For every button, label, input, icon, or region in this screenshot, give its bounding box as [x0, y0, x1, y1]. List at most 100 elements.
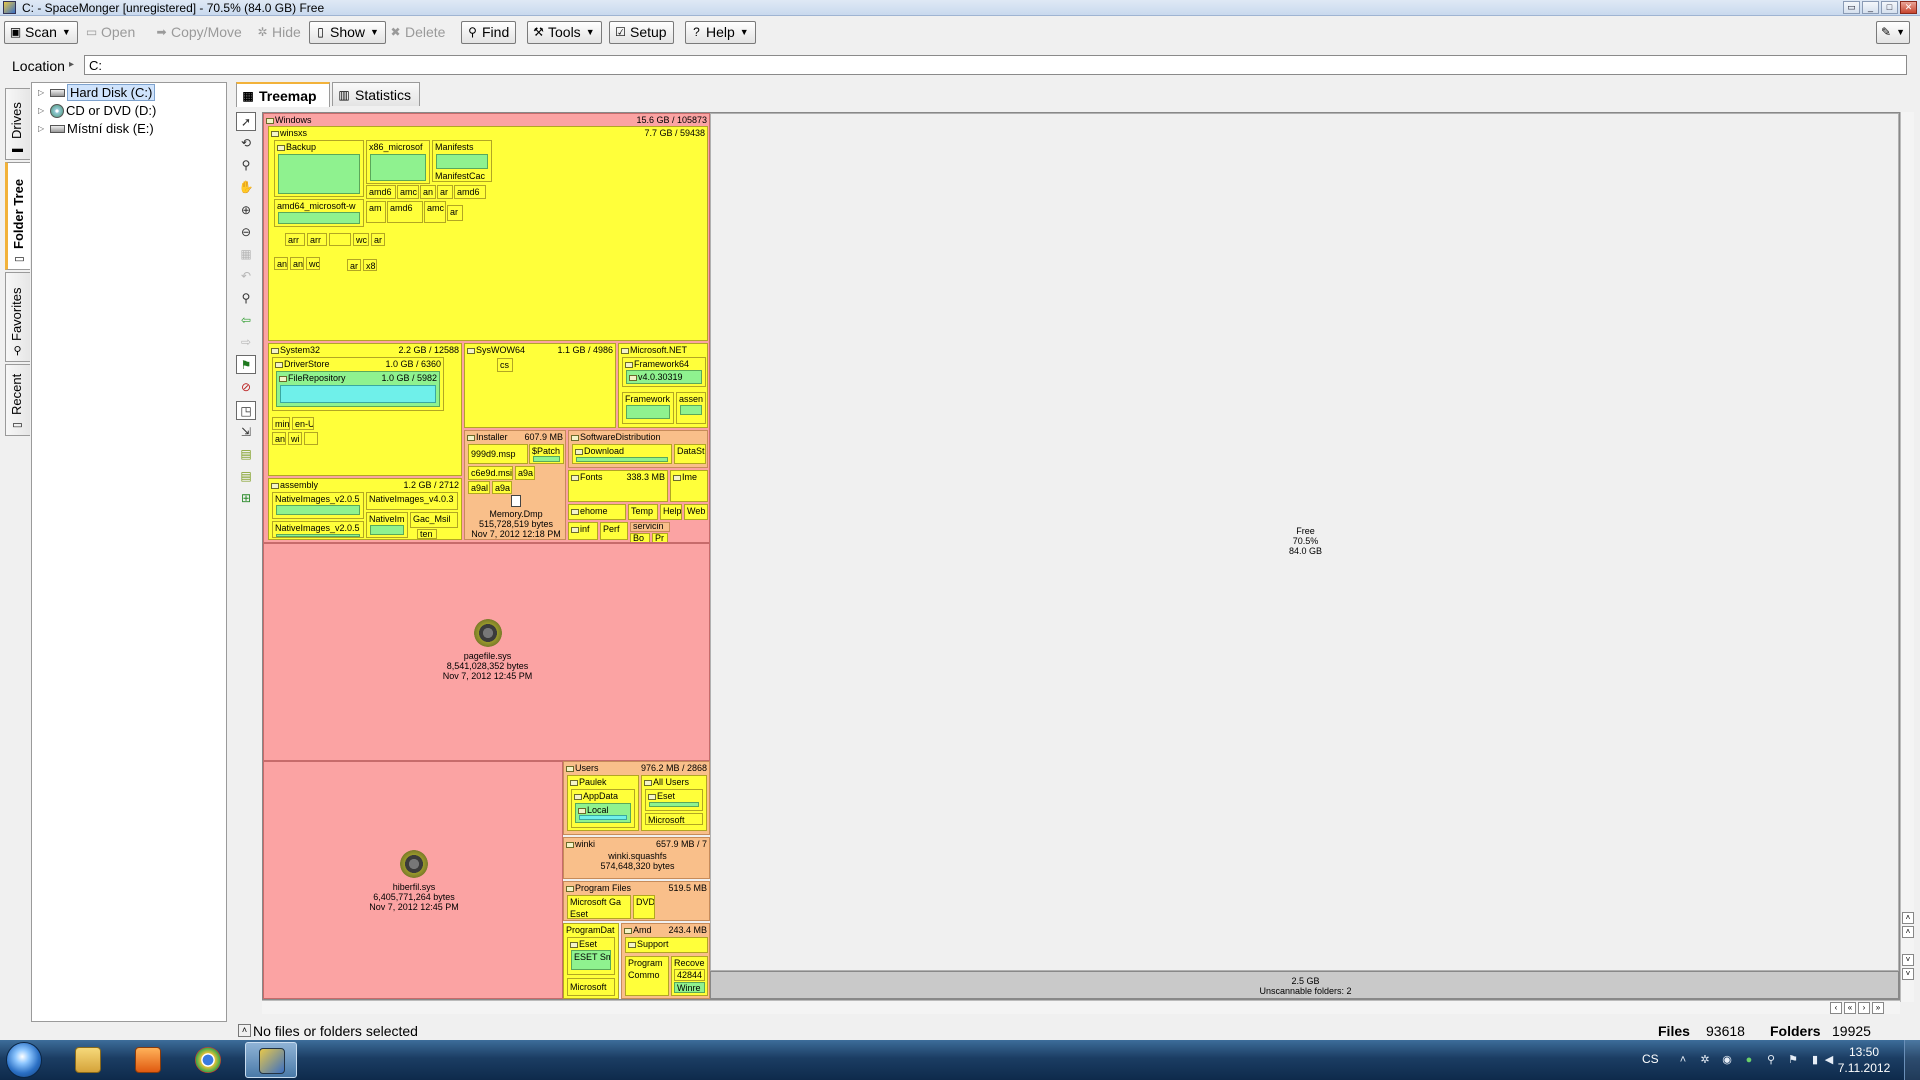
rotate-icon[interactable]: ⟲: [236, 134, 256, 153]
hand-pan-icon[interactable]: ✋: [236, 178, 256, 197]
treemap-block-small[interactable]: wi: [288, 432, 302, 445]
treemap-file-hiberfil[interactable]: hiberfil.sys 6,405,771,264 bytes Nov 7, …: [263, 761, 563, 999]
treemap-block[interactable]: [370, 525, 404, 535]
treemap-block-small[interactable]: en-U: [292, 417, 314, 430]
treemap-block-small[interactable]: an: [420, 185, 436, 199]
treemap-block-small[interactable]: cs: [497, 358, 513, 372]
zoom-fit-icon[interactable]: ⚲: [236, 289, 256, 308]
treemap-block-small[interactable]: wc: [306, 257, 320, 270]
treemap-block[interactable]: [280, 385, 436, 403]
treemap-folder-program-files[interactable]: Program Files 519.5 MB Microsoft Ga Eset…: [563, 881, 710, 921]
tab-treemap[interactable]: ▦ Treemap: [236, 82, 330, 107]
treemap-folder-datastore[interactable]: DataSt: [674, 444, 706, 464]
copy-move-button[interactable]: ➡ Copy/Move: [150, 21, 249, 44]
treemap-folder-ehome[interactable]: ehome: [568, 504, 626, 520]
treemap-block[interactable]: [278, 212, 360, 224]
treemap-folder-local[interactable]: Local: [575, 803, 631, 823]
back-arrow-icon[interactable]: ⇦: [236, 311, 256, 330]
action-center-flag-icon[interactable]: ⚑: [1786, 1053, 1800, 1067]
treemap-block-small[interactable]: ar: [347, 259, 361, 271]
hide-button[interactable]: ✲ Hide: [251, 21, 308, 44]
treemap-block[interactable]: [533, 456, 560, 462]
treemap-folder-support[interactable]: Support: [625, 937, 708, 953]
expand-arrow-icon[interactable]: ▷: [38, 88, 48, 97]
tab-statistics[interactable]: ▥ Statistics: [332, 82, 420, 106]
treemap-folder-fonts[interactable]: Fonts 338.3 MB: [568, 470, 668, 502]
treemap-folder-dvd[interactable]: DVD: [633, 895, 655, 919]
scroll-right-icon[interactable]: ›: [1858, 1002, 1870, 1014]
treemap-folder-inf[interactable]: inf: [568, 522, 598, 540]
treemap-folder-v4[interactable]: v4.0.30319: [626, 370, 702, 384]
treemap-folder-users[interactable]: Users 976.2 MB / 2868 Paulek AppData Loc…: [563, 761, 710, 835]
close-button[interactable]: ✕: [1900, 1, 1917, 14]
taskbar-media-player[interactable]: [122, 1042, 174, 1078]
show-desktop-button[interactable]: [1904, 1040, 1920, 1080]
zoom-in-icon[interactable]: ⊕: [236, 201, 256, 220]
expand-arrow-icon[interactable]: ▷: [38, 124, 48, 133]
add-icon[interactable]: ⊞: [236, 489, 256, 508]
treemap-folder-appdata[interactable]: AppData Local: [571, 789, 635, 828]
treemap-folder-softwaredistribution[interactable]: SoftwareDistribution Download DataSt: [568, 430, 708, 468]
treemap-block[interactable]: [370, 154, 426, 181]
grid-view-icon[interactable]: ▦: [236, 245, 256, 264]
treemap-folder-web[interactable]: Web: [684, 504, 708, 520]
table-icon[interactable]: ▤: [236, 445, 256, 464]
treemap-block-small[interactable]: min: [272, 417, 290, 430]
treemap-block[interactable]: [276, 505, 360, 515]
zoom-icon[interactable]: ⚲: [236, 156, 256, 175]
treemap-file-msi[interactable]: c6e9d.msi: [468, 466, 513, 480]
treemap-folder-syswow64[interactable]: SysWOW64 1.1 GB / 4986 cs: [464, 343, 616, 428]
treemap-folder-eset-pd[interactable]: Eset ESET Sm: [567, 937, 615, 975]
treemap-block-small[interactable]: wc: [353, 233, 369, 246]
treemap-free-space[interactable]: Free 70.5% 84.0 GB: [710, 113, 1899, 971]
forward-arrow-icon[interactable]: ⇨: [236, 333, 256, 352]
scroll-down-page-icon[interactable]: ˅: [1902, 968, 1914, 980]
treemap-block-small[interactable]: a9a: [515, 466, 535, 480]
treemap-block-small[interactable]: amd6: [366, 185, 396, 199]
treemap-folder-eset-smart[interactable]: ESET Sm: [571, 950, 611, 970]
table-alt-icon[interactable]: ▤: [236, 467, 256, 486]
treemap-block-small[interactable]: amc: [397, 185, 419, 199]
start-button-icon[interactable]: [6, 1042, 42, 1078]
treemap-block-small[interactable]: 42844: [674, 969, 705, 981]
treemap-block-small[interactable]: an: [272, 432, 286, 445]
treemap-block[interactable]: [680, 405, 702, 415]
treemap-folder-microsoft-games[interactable]: Microsoft Ga Eset: [567, 895, 631, 919]
treemap-block-small[interactable]: arr: [285, 233, 305, 246]
treemap-folder-patch[interactable]: $Patch: [529, 444, 564, 464]
treemap-block[interactable]: [276, 534, 360, 537]
treemap-block-small[interactable]: an: [290, 257, 304, 270]
treemap-folder-driverstore[interactable]: DriverStore 1.0 GB / 6360 FileRepository…: [272, 357, 444, 411]
treemap-block-small[interactable]: a9a: [492, 481, 512, 494]
treemap-folder-installer[interactable]: Installer 607.9 MB 999d9.msp $Patch c6e9…: [464, 430, 566, 540]
eset-tray-icon[interactable]: ◉: [1720, 1053, 1734, 1067]
treemap-block-small[interactable]: a9al: [468, 481, 490, 494]
show-button[interactable]: ▯ Show ▼: [309, 21, 386, 44]
treemap-block[interactable]: [579, 815, 627, 820]
setup-button[interactable]: ☑ Setup: [609, 21, 674, 44]
status-tray-icon[interactable]: ●: [1742, 1053, 1756, 1067]
treemap-folder-recovery[interactable]: Recove 42844 Winre: [671, 956, 708, 996]
treemap-folder-backup[interactable]: Backup: [274, 140, 364, 197]
treemap-folder-framework[interactable]: Framework: [622, 392, 674, 424]
flag-icon[interactable]: ⚑: [236, 355, 256, 374]
tree-item-cd-dvd-d[interactable]: ▷ CD or DVD (D:): [38, 102, 156, 119]
treemap-folder-nativeimages-v2-b[interactable]: NativeImages_v2.0.5: [272, 521, 364, 538]
treemap-block-small[interactable]: ar: [371, 233, 385, 246]
network-tray-icon[interactable]: ✲: [1698, 1053, 1712, 1067]
scan-button[interactable]: ▣ Scan ▼: [4, 21, 78, 44]
treemap-folder-all-users[interactable]: All Users Eset Microsoft: [641, 775, 707, 831]
treemap-folder-microsoft-pd[interactable]: Microsoft: [567, 978, 615, 996]
treemap-block[interactable]: [626, 405, 670, 419]
taskbar-chrome[interactable]: [182, 1042, 234, 1078]
tab-recent[interactable]: Recent ▭: [5, 364, 30, 436]
tab-drives[interactable]: Drives ▬: [5, 88, 30, 160]
treemap-folder-perf[interactable]: Perf: [600, 522, 628, 540]
scroll-left-icon[interactable]: ‹: [1830, 1002, 1842, 1014]
treemap-folder-servicing[interactable]: servicin: [630, 522, 670, 532]
treemap-folder-system32[interactable]: System32 2.2 GB / 12588 DriverStore 1.0 …: [268, 343, 462, 476]
move-icon[interactable]: ⇲: [236, 423, 256, 442]
treemap-folder-paulek[interactable]: Paulek AppData Local: [567, 775, 639, 831]
undo-icon[interactable]: ↶: [236, 267, 256, 286]
treemap-folder-manifests[interactable]: Manifests ManifestCac: [432, 140, 492, 182]
